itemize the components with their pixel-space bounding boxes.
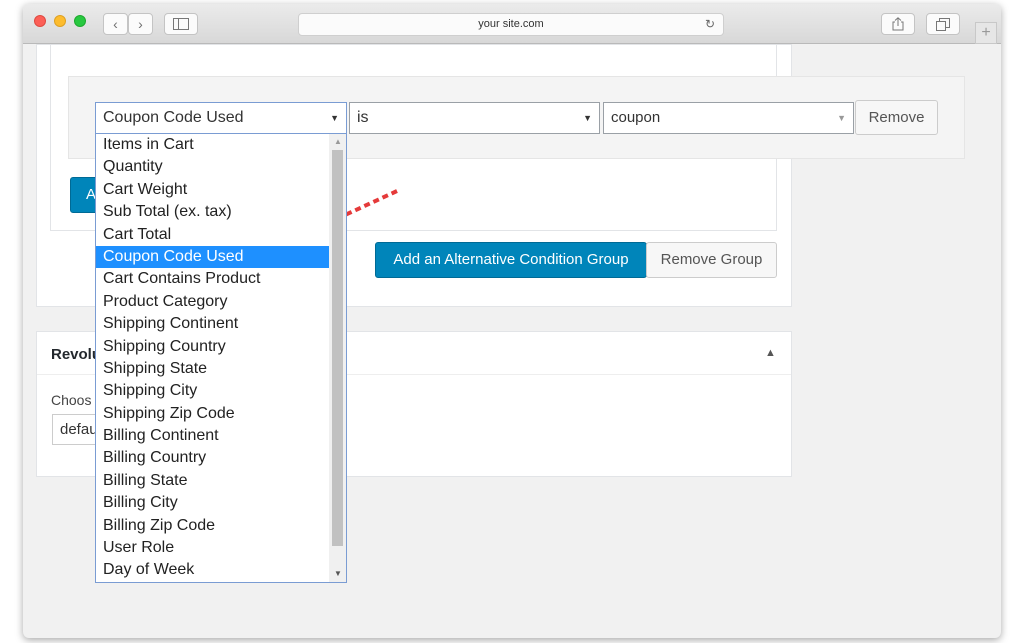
remove-group-button[interactable]: Remove Group bbox=[646, 242, 777, 278]
dropdown-option[interactable]: Billing State bbox=[96, 470, 329, 492]
dropdown-option[interactable]: Shipping Zip Code bbox=[96, 403, 329, 425]
scrollbar-thumb[interactable] bbox=[332, 150, 343, 546]
chevron-left-icon: ‹ bbox=[113, 16, 118, 32]
revolution-panel-title: Revolu bbox=[51, 346, 102, 363]
back-button[interactable]: ‹ bbox=[103, 13, 128, 35]
dropdown-option[interactable]: Shipping Country bbox=[96, 336, 329, 358]
condition-field-dropdown-list[interactable]: Items in Cart Quantity Cart Weight Sub Tota… bbox=[95, 133, 347, 583]
dropdown-option[interactable]: Product Category bbox=[96, 291, 329, 313]
forward-button[interactable]: › bbox=[128, 13, 153, 35]
minimize-window-icon[interactable] bbox=[54, 15, 66, 27]
share-button[interactable] bbox=[881, 13, 915, 35]
dropdown-arrow-icon: ▼ bbox=[583, 113, 592, 123]
choose-label: Choos bbox=[51, 392, 92, 408]
dropdown-option[interactable]: Day of Week bbox=[96, 559, 329, 581]
close-window-icon[interactable] bbox=[34, 15, 46, 27]
dropdown-option[interactable]: Shipping State bbox=[96, 358, 329, 380]
dropdown-option[interactable]: Sub Total (ex. tax) bbox=[96, 201, 329, 223]
condition-operator-select[interactable]: is ▼ bbox=[349, 102, 600, 134]
dropdown-option[interactable]: Billing Country bbox=[96, 447, 329, 469]
slider-select-value: defau bbox=[60, 421, 98, 438]
dropdown-option[interactable]: User Role bbox=[96, 537, 329, 559]
collapse-toggle-icon[interactable]: ▲ bbox=[765, 347, 776, 359]
zoom-window-icon[interactable] bbox=[74, 15, 86, 27]
sidebar-icon bbox=[173, 18, 189, 30]
condition-field-value: Coupon Code Used bbox=[103, 109, 244, 126]
tabs-button[interactable] bbox=[926, 13, 960, 35]
address-bar[interactable]: your site.com ↻ bbox=[298, 13, 724, 36]
dropdown-arrow-icon: ▼ bbox=[837, 113, 846, 123]
sidebar-button[interactable] bbox=[164, 13, 198, 35]
dropdown-option[interactable]: Cart Contains Product bbox=[96, 268, 329, 290]
tabs-icon bbox=[936, 18, 950, 31]
remove-condition-button[interactable]: Remove bbox=[855, 100, 938, 135]
plus-icon: + bbox=[981, 24, 991, 41]
condition-value-select[interactable]: coupon ▼ bbox=[603, 102, 854, 134]
condition-value-text: coupon bbox=[611, 109, 661, 126]
dropdown-option[interactable]: Items in Cart bbox=[96, 134, 329, 156]
share-icon bbox=[892, 17, 904, 31]
dropdown-option[interactable]: Coupon Code Used bbox=[96, 245, 329, 269]
reload-icon[interactable]: ↻ bbox=[705, 14, 715, 35]
dropdown-option[interactable]: Cart Total bbox=[96, 224, 329, 246]
dropdown-scrollbar[interactable]: ▲ ▼ bbox=[329, 134, 346, 582]
condition-field-select[interactable]: Coupon Code Used ▼ bbox=[95, 102, 347, 134]
dropdown-option[interactable]: Billing City bbox=[96, 492, 329, 514]
dropdown-option[interactable]: Shipping Continent bbox=[96, 313, 329, 335]
dropdown-option[interactable]: Shipping City bbox=[96, 380, 329, 402]
dropdown-arrow-icon: ▼ bbox=[330, 113, 339, 123]
dropdown-option[interactable]: Billing Continent bbox=[96, 425, 329, 447]
browser-toolbar: ‹ › your site.com ↻ + bbox=[23, 4, 1001, 44]
dropdown-option[interactable]: Quantity bbox=[96, 156, 329, 178]
chevron-right-icon: › bbox=[138, 16, 143, 32]
condition-operator-value: is bbox=[357, 109, 369, 126]
scroll-down-arrow-icon[interactable]: ▼ bbox=[334, 569, 342, 578]
scroll-up-arrow-icon[interactable]: ▲ bbox=[334, 137, 342, 146]
dropdown-option[interactable]: Billing Zip Code bbox=[96, 515, 329, 537]
dropdown-option[interactable]: Cart Weight bbox=[96, 179, 329, 201]
url-text: your site.com bbox=[478, 18, 544, 30]
new-tab-button[interactable]: + bbox=[975, 22, 997, 44]
